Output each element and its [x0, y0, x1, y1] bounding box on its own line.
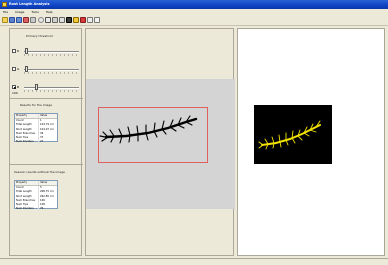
checkbox-b[interactable] [12, 85, 16, 89]
menu-help[interactable]: Help [46, 9, 53, 16]
table-row: Num Dividers 27 [15, 140, 57, 145]
slider-r-ticks [24, 54, 79, 56]
cell-property: Num Dividers [15, 140, 39, 145]
window-title: Root Length Analysis [9, 2, 50, 6]
processed-image-view[interactable] [237, 28, 385, 256]
slider-r-track[interactable] [24, 51, 79, 53]
open-icon[interactable] [2, 17, 8, 23]
checkbox-r-label: R [17, 49, 20, 53]
results-title: Results for the image [20, 103, 53, 107]
save-as-icon[interactable] [16, 17, 22, 23]
image-view[interactable] [85, 28, 235, 256]
slider-b-thumb[interactable] [35, 84, 38, 90]
checkbox-b-label: B [17, 85, 20, 89]
image-canvas[interactable] [86, 79, 235, 209]
results-table: Property Value Count 1 Total Length 104.79… [14, 113, 58, 145]
zoom-icon[interactable] [38, 17, 44, 23]
checkmark-icon [13, 86, 16, 89]
cell-value: 27 [40, 140, 44, 144]
cell-property: Num Dividers [15, 207, 39, 212]
title-bar: Root Length Analysis [0, 0, 388, 9]
print-icon[interactable] [30, 17, 36, 23]
highlighted-root [258, 120, 321, 150]
header-value: Value [40, 181, 48, 184]
table-row: Num Dividers 76 [15, 207, 57, 212]
crop-icon[interactable] [52, 17, 58, 23]
root-image [99, 115, 198, 144]
slider-b-track[interactable] [24, 87, 79, 89]
menu-tools[interactable]: Tools [31, 9, 38, 16]
threshold-value: 100 [12, 91, 18, 95]
toolbar [0, 16, 388, 26]
checkbox-g-label: G [17, 67, 20, 71]
menu-bar: File Image Tools Help [0, 9, 388, 16]
move-icon[interactable] [59, 17, 65, 23]
divider [10, 98, 83, 99]
menu-file[interactable]: File [3, 9, 8, 16]
checkbox-g[interactable] [12, 67, 16, 71]
slider-g-track[interactable] [24, 69, 79, 71]
threshold-icon[interactable] [66, 17, 72, 23]
slider-g-ticks [24, 72, 79, 74]
header-value: Value [40, 114, 48, 117]
session-title: Session results without the image [14, 170, 65, 174]
paste-icon[interactable] [94, 17, 100, 23]
menu-image[interactable]: Image [15, 9, 24, 16]
select-icon[interactable] [45, 17, 51, 23]
stop-icon[interactable] [80, 17, 86, 23]
export-icon[interactable] [23, 17, 29, 23]
checkbox-r[interactable] [12, 49, 16, 53]
save-icon[interactable] [9, 17, 15, 23]
slider-g-thumb[interactable] [25, 66, 28, 72]
cell-value: 76 [40, 207, 44, 211]
control-panel: Primary threshold R G B 100 Results for … [9, 28, 83, 256]
copy-icon[interactable] [87, 17, 93, 23]
threshold-title: Primary threshold [26, 34, 53, 38]
app-icon [2, 2, 7, 7]
header-property: Property [15, 181, 39, 186]
divider [10, 164, 83, 165]
header-property: Property [15, 114, 39, 119]
slider-r-thumb[interactable] [25, 48, 28, 54]
session-table: Property Value Count 5 Total Length 268.75… [14, 180, 58, 212]
processed-image [254, 105, 332, 164]
slider-b-ticks [24, 90, 79, 92]
measure-icon[interactable] [73, 17, 79, 23]
